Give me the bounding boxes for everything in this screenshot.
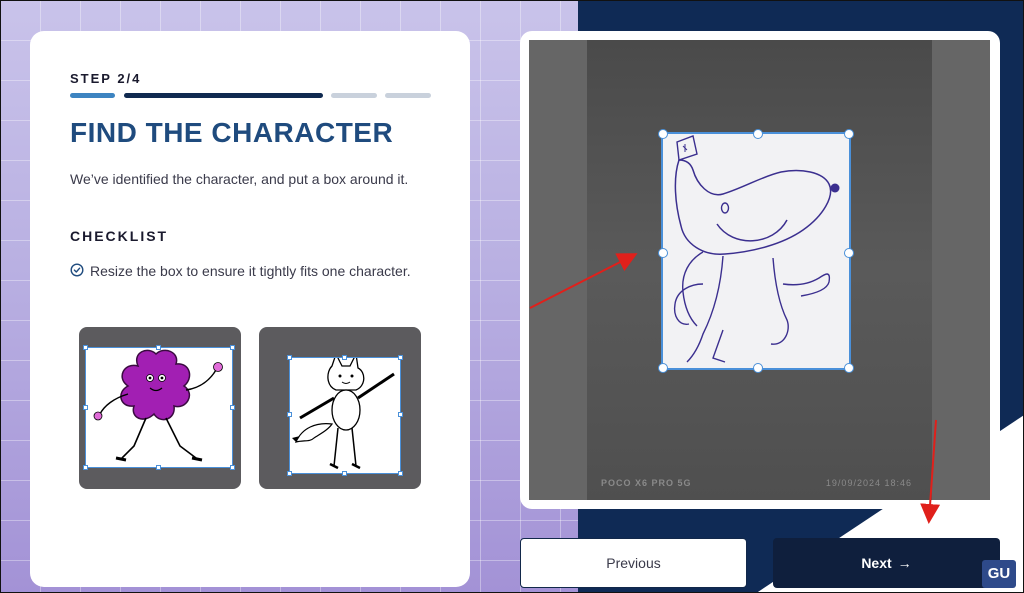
progress-segment-4 (385, 93, 431, 98)
progress-segment-2 (124, 93, 323, 98)
resize-handle-bottom-right[interactable] (844, 363, 854, 373)
page-title: FIND THE CHARACTER (70, 117, 394, 148)
uploaded-photo: POCO X6 PRO 5G 19/09/2024 18:46 (529, 40, 990, 500)
resize-handle (287, 355, 292, 360)
resize-handle (287, 471, 292, 476)
resize-handle-left[interactable] (658, 248, 668, 258)
resize-handle (230, 465, 235, 470)
resize-handle-top[interactable] (753, 129, 763, 139)
resize-handle (398, 355, 403, 360)
checklist-item: Resize the box to ensure it tightly fits… (90, 263, 411, 279)
resize-handle (83, 345, 88, 350)
step-label: STEP 2/4 (70, 71, 142, 86)
example-image-fox-character (259, 327, 421, 489)
resize-handle (287, 412, 292, 417)
resize-handle (156, 465, 161, 470)
resize-handle-right[interactable] (844, 248, 854, 258)
dog-character-drawing (673, 135, 840, 363)
resize-handle-bottom[interactable] (753, 363, 763, 373)
instruction-card: STEP 2/4 FIND THE CHARACTER We’ve identi… (30, 31, 470, 587)
resize-handle (83, 405, 88, 410)
resize-handle (230, 405, 235, 410)
example-image-blob-character (79, 327, 241, 489)
resize-handle (342, 355, 347, 360)
progress-segment-3 (331, 93, 377, 98)
next-button[interactable]: Next → (773, 538, 1000, 588)
resize-handle (398, 412, 403, 417)
fox-character-drawing (292, 351, 395, 470)
resize-handle-top-right[interactable] (844, 129, 854, 139)
resize-handle (156, 345, 161, 350)
resize-handle-top-left[interactable] (658, 129, 668, 139)
resize-handle (230, 345, 235, 350)
resize-handle (342, 471, 347, 476)
arrow-right-icon: → (897, 555, 912, 571)
photo-panel: POCO X6 PRO 5G 19/09/2024 18:46 (520, 31, 1000, 509)
blob-character-drawing (93, 349, 223, 462)
photo-timestamp: 19/09/2024 18:46 (825, 478, 912, 488)
resize-handle-bottom-left[interactable] (658, 363, 668, 373)
example-bounding-box (83, 345, 235, 470)
next-button-label: Next (861, 555, 892, 571)
previous-button[interactable]: Previous (520, 538, 747, 588)
checklist-heading: CHECKLIST (70, 228, 169, 244)
page-description: We’ve identified the character, and put … (70, 171, 409, 187)
resize-handle (83, 465, 88, 470)
check-circle-icon (70, 263, 84, 277)
resize-handle (398, 471, 403, 476)
previous-button-label: Previous (606, 555, 661, 571)
example-bounding-box (287, 351, 403, 476)
site-logo: GU (982, 560, 1016, 588)
camera-watermark: POCO X6 PRO 5G (601, 478, 692, 488)
progress-segment-1 (70, 93, 115, 98)
character-bounding-box[interactable] (658, 129, 854, 373)
